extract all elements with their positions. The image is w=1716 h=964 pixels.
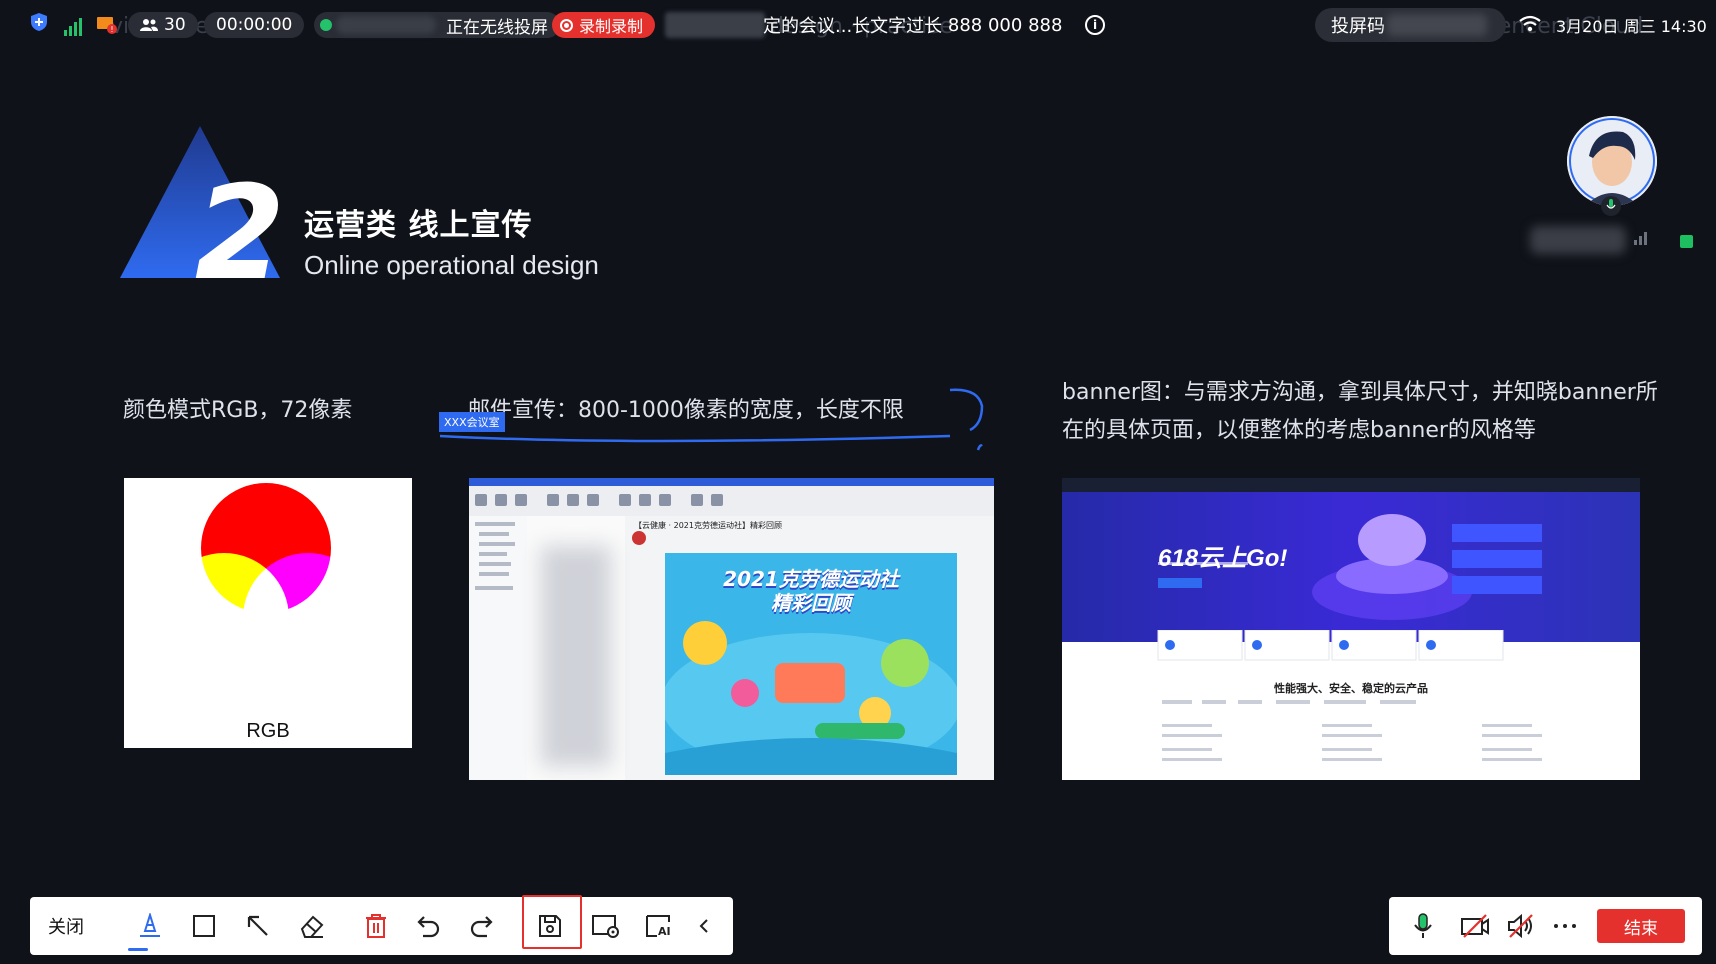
meeting-timer: 00:00:00	[204, 12, 305, 38]
speaker-avatar[interactable]	[1567, 116, 1657, 206]
record-label: 录制录制	[579, 17, 644, 36]
rgb-illustration: RGB	[124, 478, 412, 748]
cast-code-label: 投屏码	[1331, 16, 1385, 37]
camera-off-icon	[1461, 914, 1489, 938]
pen-tool-button[interactable]	[130, 906, 170, 946]
annotation-author-tag: XXX会议室	[439, 412, 505, 432]
annotation-toolbar: 关闭 AI	[30, 895, 733, 955]
email-poster: 2021克劳德运动社 精彩回顾	[665, 553, 957, 775]
active-tool-indicator	[128, 948, 148, 951]
end-meeting-button[interactable]: 结束	[1597, 909, 1685, 943]
microphone-button[interactable]	[1403, 906, 1443, 946]
blurred-speaker-name	[1530, 226, 1626, 254]
speaker-toggle-button[interactable]	[1501, 906, 1541, 946]
banner-tagline: 性能强大、安全、稳定的云产品	[1274, 682, 1428, 695]
redo-button[interactable]	[462, 906, 502, 946]
email-subject: 【云健康 · 2021克劳德运动社】精彩回顾	[634, 521, 782, 530]
save-icon	[539, 915, 561, 937]
info-icon[interactable]: i	[1085, 15, 1105, 35]
participant-count: 30	[164, 15, 186, 35]
wifi-icon	[1519, 15, 1541, 32]
camera-toggle-button[interactable]	[1455, 906, 1495, 946]
more-options-button[interactable]	[1545, 906, 1585, 946]
collapse-icon	[699, 919, 708, 933]
blurred-device-name	[336, 16, 436, 34]
folder-items	[475, 522, 515, 590]
meeting-controls: 结束	[1389, 897, 1702, 955]
collapse-toolbar-button[interactable]	[684, 906, 724, 946]
cast-status-label: 正在无线投屏	[446, 17, 548, 38]
pen-annotation	[439, 388, 984, 451]
delete-icon	[366, 914, 386, 938]
cast-indicator-icon	[320, 19, 332, 31]
undo-icon	[417, 916, 440, 938]
rectangle-tool-button[interactable]	[184, 906, 224, 946]
microphone-icon	[1414, 913, 1432, 938]
datetime: 3月20日 周三 14:30	[1556, 17, 1707, 36]
wireless-cast-status[interactable]: 正在无线投屏	[314, 12, 560, 38]
rectangle-icon	[193, 915, 215, 937]
mail-folder-list	[469, 516, 528, 780]
rgb-label: RGB	[246, 720, 290, 742]
pen-icon	[140, 913, 160, 937]
participants-button[interactable]: 30	[128, 12, 198, 38]
rgb-venn-diagram	[159, 483, 373, 683]
mail-message-list	[527, 516, 625, 780]
mail-titlebar	[469, 478, 994, 486]
banner-product-cards	[1157, 630, 1504, 661]
banner-site-nav	[1062, 478, 1640, 492]
meeting-id: 888 000 888	[947, 14, 1063, 36]
slide-title-cn: 运营类 线上宣传	[304, 208, 533, 243]
slide-title-en: Online operational design	[304, 250, 599, 280]
cast-code-button[interactable]: 投屏码	[1315, 8, 1506, 42]
email-screenshot: 【云健康 · 2021克劳德运动社】精彩回顾 2021克劳德运动社 精彩回顾	[469, 478, 994, 780]
ai-icon: AI	[646, 915, 671, 938]
close-annotation-button[interactable]: 关闭	[48, 913, 84, 939]
caption-rgb: 颜色模式RGB，72像素	[123, 398, 353, 423]
mail-toolbar	[469, 486, 994, 516]
clear-all-button[interactable]	[356, 906, 396, 946]
svg-text:!: !	[110, 25, 113, 34]
section-number-graphic: 2	[120, 126, 285, 281]
record-icon	[560, 18, 573, 32]
speaker-muted-icon	[1508, 913, 1533, 939]
screenshot-settings-icon	[592, 915, 619, 938]
record-button[interactable]: 录制录制	[552, 12, 656, 38]
sender-avatar	[632, 531, 646, 545]
save-button[interactable]	[530, 906, 570, 946]
more-icon	[1554, 924, 1576, 928]
banner-hero: 618云上Go!	[1062, 492, 1640, 642]
poster-title-line1: 2021克劳德运动社	[723, 567, 899, 591]
blurred-cast-code	[1387, 14, 1487, 36]
speaker-signal-icon	[1634, 232, 1647, 245]
speaker-share-icon	[1680, 235, 1693, 248]
eraser-icon	[300, 915, 324, 938]
svg-text:AI: AI	[658, 925, 671, 938]
redo-icon	[470, 916, 493, 938]
banner-screenshot: 618云上Go! 性能强大、安全、稳定的云产品	[1062, 478, 1640, 780]
pointer-icon	[247, 915, 268, 936]
network-signal-icon	[64, 16, 82, 36]
undo-button[interactable]	[408, 906, 448, 946]
mail-toolbar-icons	[475, 494, 723, 506]
poster-title-line2: 精彩回顾	[771, 591, 851, 615]
shield-icon[interactable]	[30, 12, 48, 32]
select-tool-button[interactable]	[238, 906, 278, 946]
blurred-meeting-prefix	[665, 12, 765, 38]
meeting-title: 定的会议...长文字过长 888 000 888	[763, 12, 1062, 38]
banner-hero-art	[1158, 514, 1542, 620]
speaker-mic-icon	[1601, 196, 1621, 216]
speaker-photo	[1567, 116, 1657, 206]
screenshot-settings-button[interactable]	[586, 906, 626, 946]
banner-headline: 618云上Go!	[1158, 545, 1288, 572]
ai-button[interactable]: AI	[640, 906, 680, 946]
banner-product-grid	[1162, 700, 1542, 761]
screen-share-warning-icon[interactable]: !	[96, 16, 118, 34]
status-bar: visual design design · practice Tencent …	[0, 0, 1716, 50]
meeting-name: 定的会议...长文字过长	[763, 16, 943, 37]
section-number: 2	[195, 157, 285, 281]
caption-banner: banner图：与需求方沟通，拿到具体尺寸，并知晓banner所在的具体页面，以…	[1062, 380, 1658, 443]
eraser-tool-button[interactable]	[292, 906, 332, 946]
people-icon	[140, 19, 158, 31]
